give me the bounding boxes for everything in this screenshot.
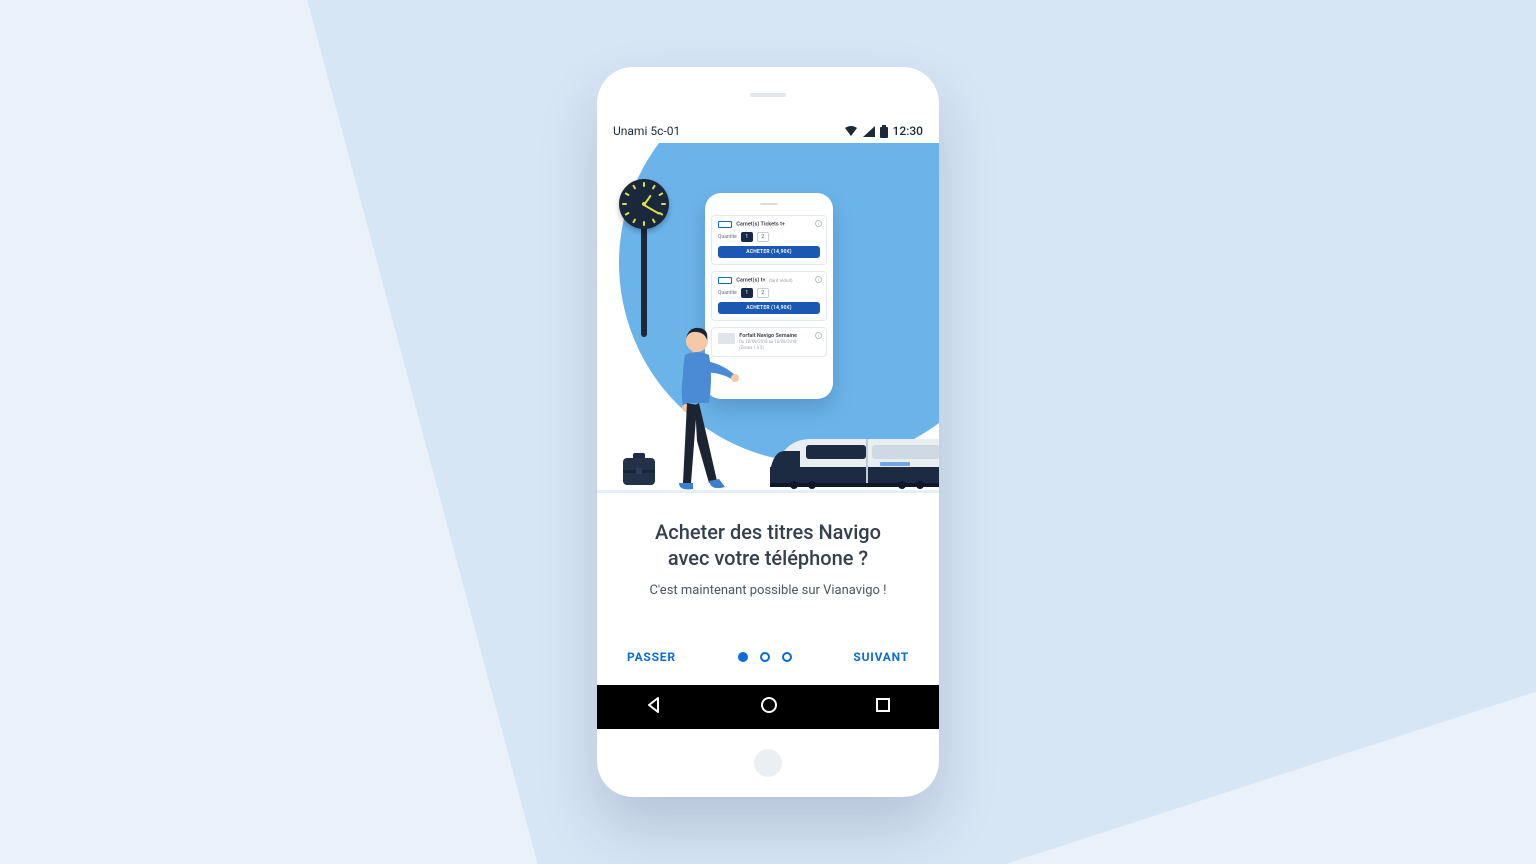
page-dots — [738, 652, 792, 662]
device-label: Unami 5c-01 — [613, 124, 680, 138]
phone-home-button — [754, 749, 782, 777]
ticket-chip-icon — [718, 277, 732, 284]
page-dot-1[interactable] — [738, 652, 748, 662]
page-dot-3[interactable] — [782, 652, 792, 662]
back-icon[interactable] — [645, 696, 663, 718]
status-bar: Unami 5c-01 12:30 — [597, 119, 939, 143]
inner-phone-notch — [760, 203, 778, 205]
onboarding-illustration: i Carnet(s) Tickets t+ Quantité 1 2 ACHE… — [597, 143, 939, 493]
qty-option-2: 2 — [757, 232, 769, 242]
train-icon — [770, 433, 939, 493]
info-icon: i — [815, 276, 822, 283]
info-icon: i — [815, 332, 822, 339]
station-clock-icon — [619, 179, 669, 229]
clock-pole — [641, 227, 647, 337]
info-icon: i — [815, 220, 822, 227]
briefcase-icon — [621, 453, 657, 491]
ticket-subtitle: (tarif réduit) — [769, 279, 793, 284]
ticket-card-2: i Carnet(s) t+ (tarif réduit) Quantité 1… — [711, 271, 827, 321]
skip-button[interactable]: PASSER — [627, 650, 676, 664]
headline-line1: Acheter des titres Navigo — [655, 520, 881, 544]
recents-icon[interactable] — [875, 697, 891, 717]
ticket-title: Carnet(s) t+ — [736, 278, 765, 284]
person-illustration — [669, 323, 739, 493]
onboarding-nav: PASSER SUIVANT — [597, 629, 939, 685]
qty-label: Quantité — [718, 290, 737, 296]
ticket-card-1: i Carnet(s) Tickets t+ Quantité 1 2 ACHE… — [711, 215, 827, 265]
next-button[interactable]: SUIVANT — [853, 650, 909, 664]
buy-button: ACHETER (14,90€) — [718, 246, 820, 258]
android-navbar — [597, 685, 939, 729]
page-dot-2[interactable] — [760, 652, 770, 662]
buy-button: ACHETER (14,90€) — [718, 302, 820, 314]
cell-signal-icon — [863, 126, 875, 137]
ticket-zones: (Zones 1 à 5) — [739, 346, 797, 351]
phone-mockup: Unami 5c-01 12:30 — [597, 67, 939, 797]
ground-line — [597, 490, 939, 493]
wifi-icon — [844, 126, 858, 137]
clock-time: 12:30 — [893, 124, 923, 138]
ticket-dates: Du 10/09/2018 au 16/09/2018 — [739, 340, 797, 345]
qty-label: Quantité — [718, 234, 737, 240]
qty-option-1: 1 — [741, 288, 753, 298]
onboarding-subline: C'est maintenant possible sur Vianavigo … — [617, 583, 919, 598]
ticket-title: Forfait Navigo Semaine — [739, 333, 797, 339]
ticket-title: Carnet(s) Tickets t+ — [736, 222, 785, 228]
onboarding-headline: Acheter des titres Navigo avec votre tél… — [617, 519, 919, 571]
ticket-chip-icon — [718, 221, 732, 228]
headline-line2: avec votre téléphone ? — [668, 546, 868, 570]
battery-icon — [880, 125, 888, 138]
qty-option-2: 2 — [757, 288, 769, 298]
phone-speaker — [750, 93, 786, 97]
home-icon[interactable] — [760, 696, 778, 718]
onboarding-content: Acheter des titres Navigo avec votre tél… — [597, 493, 939, 629]
qty-option-1: 1 — [741, 232, 753, 242]
